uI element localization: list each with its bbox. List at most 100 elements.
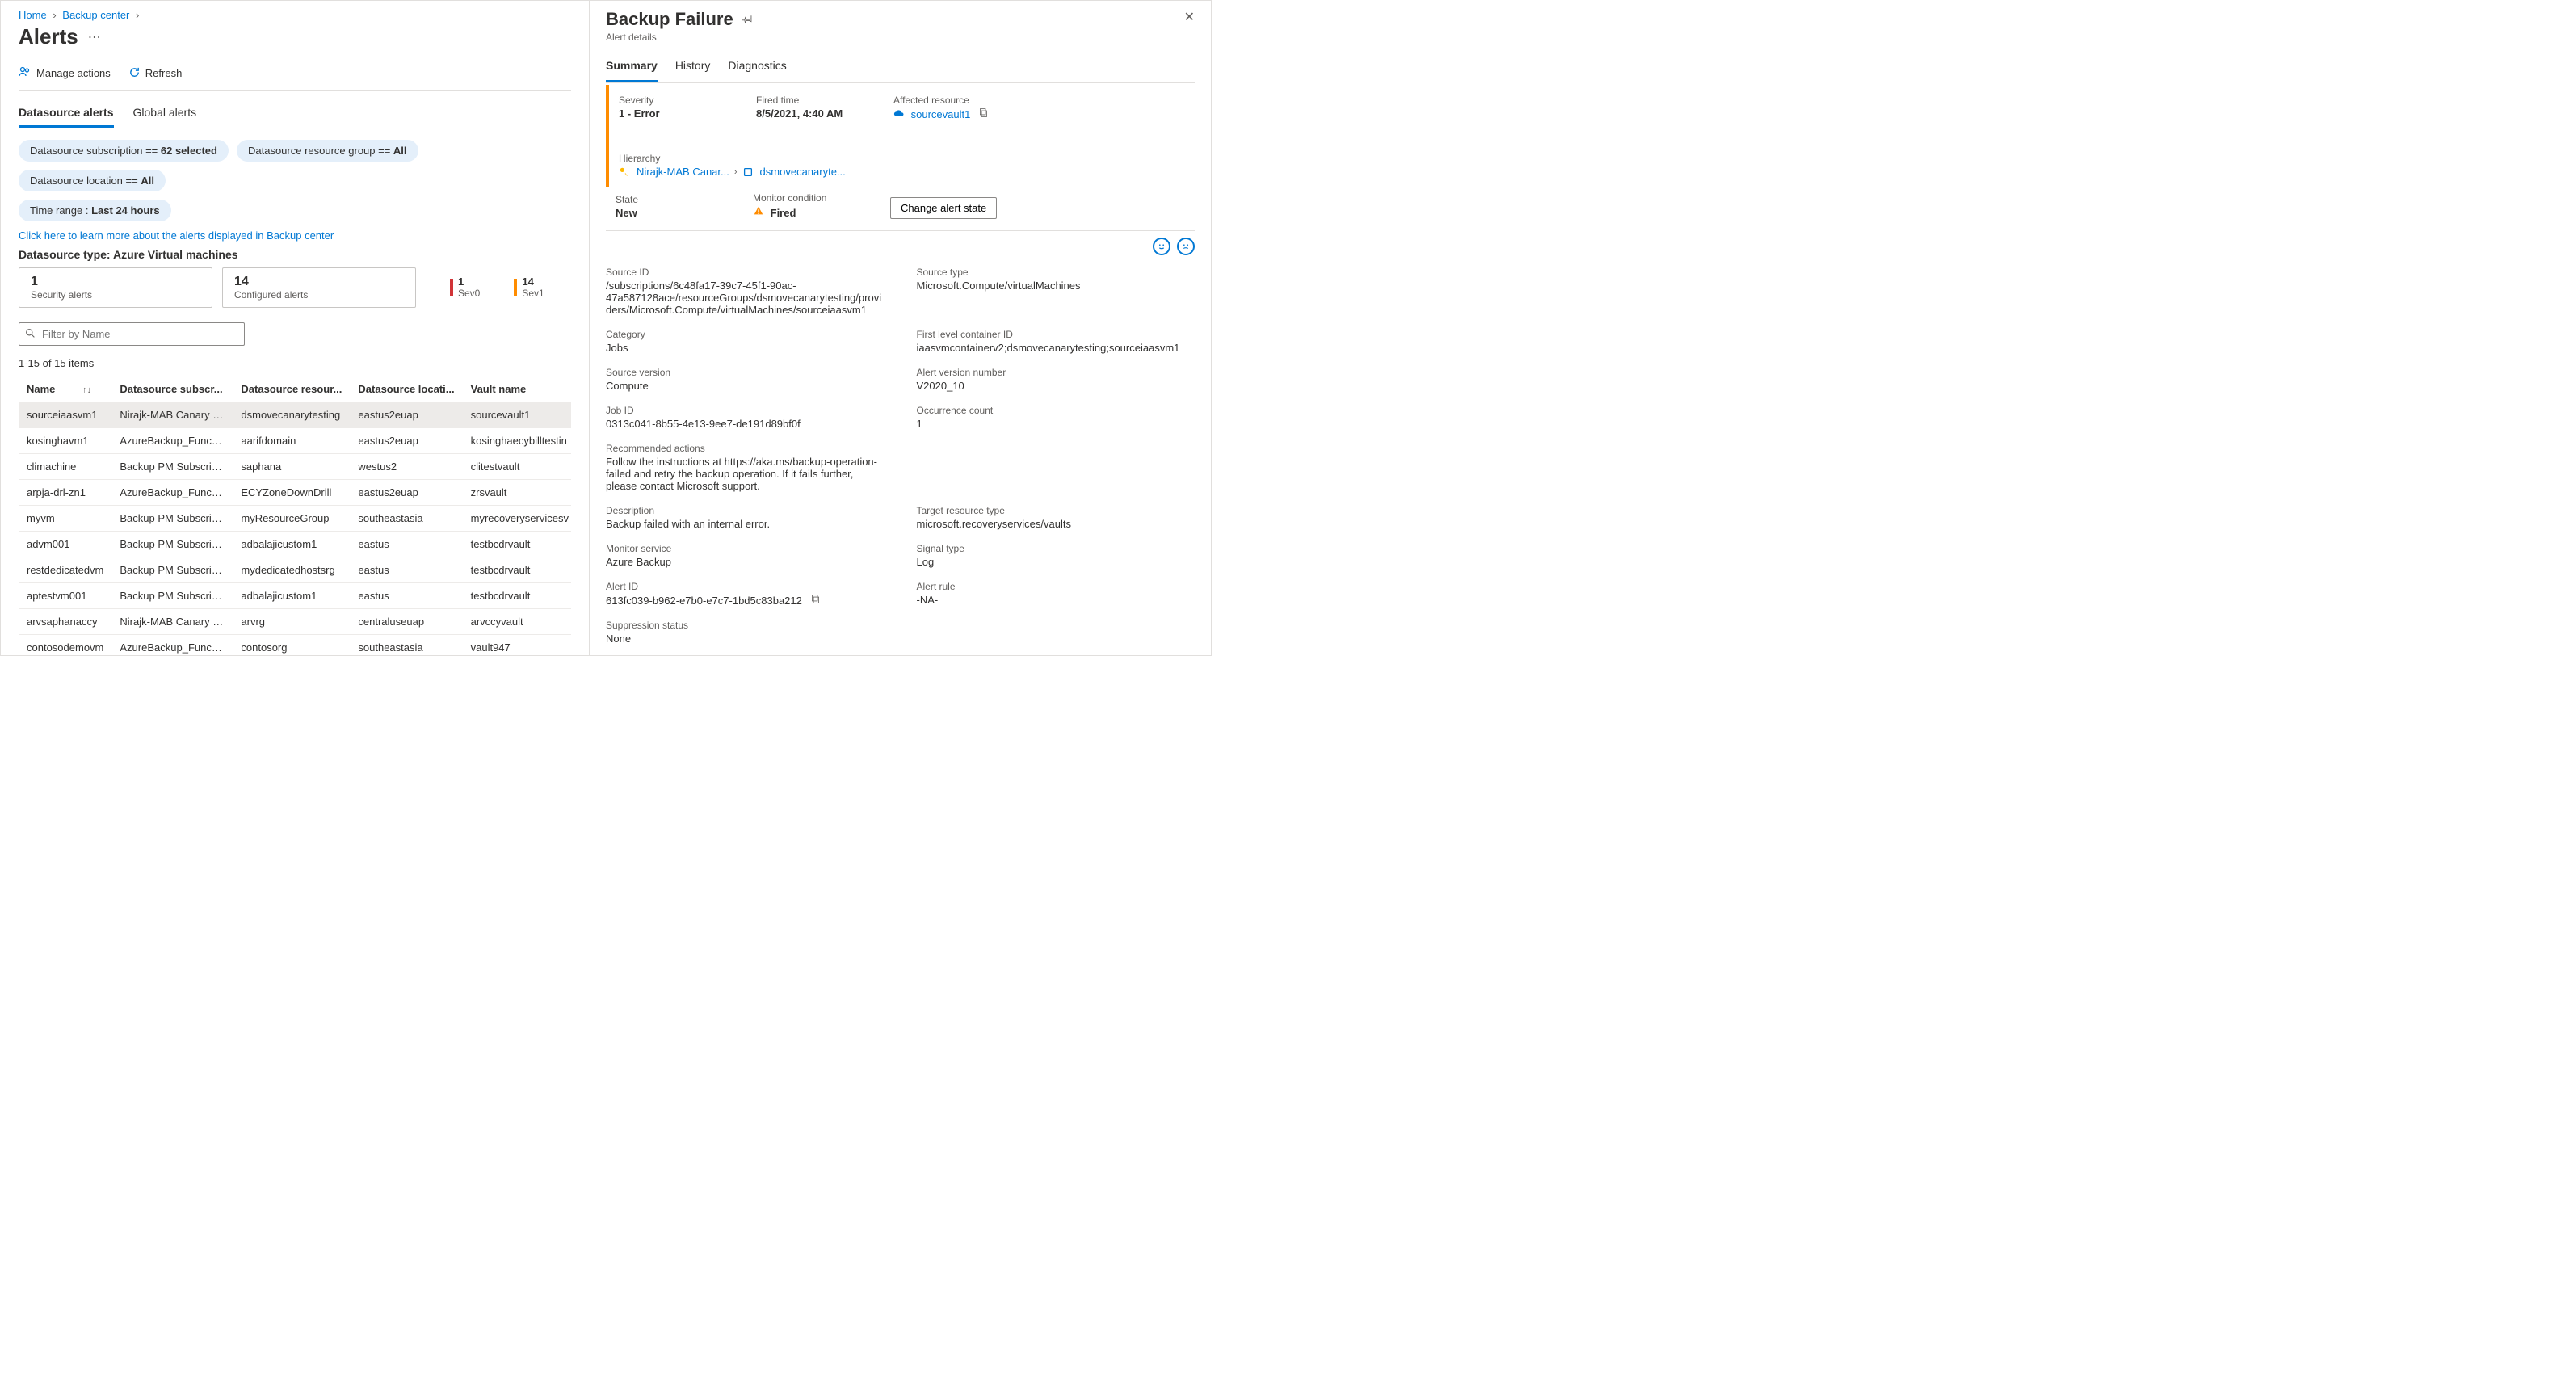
breadcrumb-backup-center[interactable]: Backup center	[62, 9, 129, 21]
table-cell: Nirajk-MAB Canary Su...	[111, 609, 233, 635]
chevron-right-icon: ›	[53, 9, 56, 21]
suppression-label: Suppression status	[606, 620, 885, 631]
pill-value: All	[393, 145, 407, 157]
first-container-label: First level container ID	[917, 329, 1196, 340]
pill-label: Datasource subscription ==	[30, 145, 161, 157]
column-header-subscription[interactable]: Datasource subscr...	[111, 376, 233, 402]
search-icon	[25, 328, 36, 341]
table-cell: restdedicatedvm	[19, 557, 111, 583]
filter-pill-subscription[interactable]: Datasource subscription == 62 selected	[19, 140, 229, 162]
frown-icon[interactable]	[1177, 238, 1195, 255]
table-row[interactable]: myvmBackup PM SubscriptionmyResourceGrou…	[19, 506, 571, 532]
table-cell: Backup PM Subscription	[111, 583, 233, 609]
chevron-right-icon: ›	[734, 167, 738, 177]
pill-label: Time range :	[30, 204, 91, 217]
table-cell: myrecoveryservicesv	[463, 506, 571, 532]
tab-global-alerts[interactable]: Global alerts	[133, 101, 197, 128]
description-value: Backup failed with an internal error.	[606, 518, 885, 530]
learn-more-link[interactable]: Click here to learn more about the alert…	[19, 229, 571, 242]
table-cell: testbcdrvault	[463, 532, 571, 557]
alert-id-value: 613fc039-b962-e7b0-e7c7-1bd5c83ba212	[606, 595, 802, 607]
table-cell: testbcdrvault	[463, 583, 571, 609]
category-value: Jobs	[606, 342, 885, 354]
change-alert-state-button[interactable]: Change alert state	[890, 197, 997, 219]
signal-type-label: Signal type	[917, 543, 1196, 554]
table-cell: aarifdomain	[233, 428, 350, 454]
sort-icon[interactable]: ↑↓	[82, 385, 91, 395]
sev1-indicator: 14 Sev1	[514, 267, 544, 308]
table-row[interactable]: kosinghavm1AzureBackup_Function...aarifd…	[19, 428, 571, 454]
filter-name-input[interactable]	[19, 322, 245, 346]
copy-icon[interactable]	[810, 595, 821, 607]
panel-tab-diagnostics[interactable]: Diagnostics	[728, 54, 786, 82]
table-cell: eastus	[350, 583, 462, 609]
sev0-indicator: 1 Sev0	[450, 267, 480, 308]
smile-icon[interactable]	[1153, 238, 1170, 255]
pin-icon[interactable]	[742, 13, 753, 27]
tab-datasource-alerts[interactable]: Datasource alerts	[19, 101, 114, 128]
recommended-actions-value: Follow the instructions at https://aka.m…	[606, 456, 885, 492]
datasource-type-heading: Datasource type: Azure Virtual machines	[19, 248, 571, 261]
filter-pill-time-range[interactable]: Time range : Last 24 hours	[19, 200, 171, 221]
pill-value: Last 24 hours	[91, 204, 160, 217]
source-type-label: Source type	[917, 267, 1196, 278]
table-cell: myvm	[19, 506, 111, 532]
pill-value: All	[141, 174, 154, 187]
filter-pill-resource-group[interactable]: Datasource resource group == All	[237, 140, 418, 162]
table-row[interactable]: contosodemovmAzureBackup_Function...cont…	[19, 635, 571, 656]
affected-resource-link[interactable]: sourcevault1	[911, 108, 971, 120]
table-cell: kosinghaecybilltestin	[463, 428, 571, 454]
card-configured-alerts[interactable]: 14 Configured alerts	[222, 267, 416, 308]
state-value: New	[616, 207, 721, 219]
severity-label: Severity	[619, 95, 724, 106]
monitor-condition-label: Monitor condition	[753, 192, 858, 204]
table-cell: eastus2euap	[350, 428, 462, 454]
refresh-icon	[128, 66, 141, 81]
table-cell: southeastasia	[350, 506, 462, 532]
manage-actions-button[interactable]: Manage actions	[19, 65, 111, 81]
suppression-value: None	[606, 633, 885, 645]
breadcrumb-home[interactable]: Home	[19, 9, 47, 21]
table-cell: Backup PM Subscription	[111, 532, 233, 557]
table-row[interactable]: aptestvm001Backup PM Subscriptionadbalaj…	[19, 583, 571, 609]
table-row[interactable]: arvsaphanaccyNirajk-MAB Canary Su...arvr…	[19, 609, 571, 635]
copy-icon[interactable]	[978, 108, 989, 120]
card-count: 1	[31, 275, 200, 289]
table-cell: mydedicatedhostsrg	[233, 557, 350, 583]
table-cell: vault947	[463, 635, 571, 656]
table-row[interactable]: restdedicatedvmBackup PM Subscriptionmyd…	[19, 557, 571, 583]
hierarchy-link-1[interactable]: Nirajk-MAB Canar...	[637, 166, 729, 178]
table-cell: zrsvault	[463, 480, 571, 506]
table-row[interactable]: climachineBackup PM Subscriptionsaphanaw…	[19, 454, 571, 480]
panel-title: Backup Failure	[606, 9, 733, 30]
alert-rule-label: Alert rule	[917, 581, 1196, 592]
refresh-button[interactable]: Refresh	[128, 65, 183, 81]
panel-tab-history[interactable]: History	[675, 54, 711, 82]
panel-tab-summary[interactable]: Summary	[606, 54, 658, 82]
sev1-count: 14	[522, 276, 544, 288]
resource-group-icon	[742, 166, 754, 178]
column-header-resource-group[interactable]: Datasource resour...	[233, 376, 350, 402]
column-header-location[interactable]: Datasource locati...	[350, 376, 462, 402]
close-icon[interactable]: ✕	[1184, 9, 1195, 25]
table-cell: AzureBackup_Function...	[111, 635, 233, 656]
column-header-name[interactable]: Name ↑↓	[19, 376, 111, 402]
column-header-vault[interactable]: Vault name	[463, 376, 571, 402]
table-row[interactable]: arpja-drl-zn1AzureBackup_Function...ECYZ…	[19, 480, 571, 506]
table-row[interactable]: sourceiaasvm1Nirajk-MAB Canary Su...dsmo…	[19, 402, 571, 428]
card-count: 14	[234, 275, 404, 289]
sev1-label: Sev1	[522, 288, 544, 299]
fired-time-value: 8/5/2021, 4:40 AM	[756, 107, 861, 120]
table-cell: eastus	[350, 557, 462, 583]
hierarchy-link-2[interactable]: dsmovecanaryte...	[760, 166, 846, 178]
table-cell: climachine	[19, 454, 111, 480]
card-security-alerts[interactable]: 1 Security alerts	[19, 267, 212, 308]
table-row[interactable]: advm001Backup PM Subscriptionadbalajicus…	[19, 532, 571, 557]
pill-label: Datasource location ==	[30, 174, 141, 187]
ellipsis-icon[interactable]: ⋯	[88, 29, 101, 45]
category-label: Category	[606, 329, 885, 340]
filter-pill-location[interactable]: Datasource location == All	[19, 170, 166, 191]
chevron-right-icon: ›	[136, 9, 139, 21]
table-cell: Nirajk-MAB Canary Su...	[111, 402, 233, 428]
table-cell: arvsaphanaccy	[19, 609, 111, 635]
